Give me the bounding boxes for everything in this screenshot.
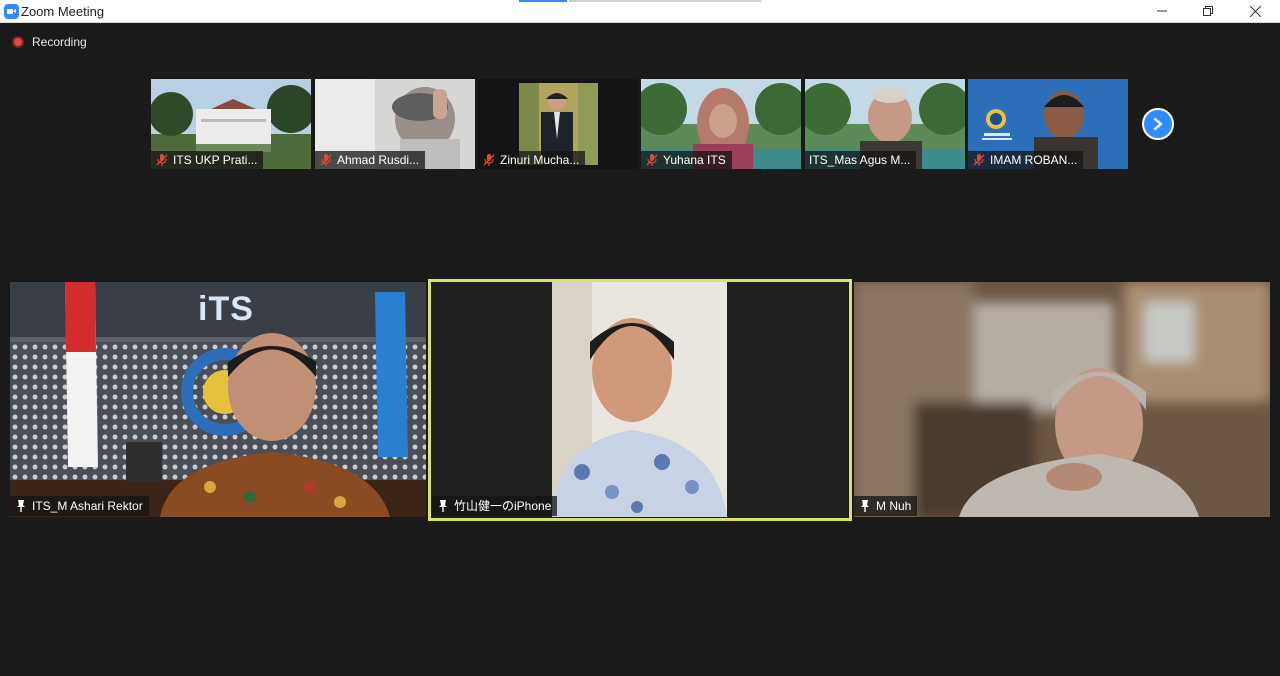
mic-muted-icon xyxy=(482,153,496,167)
participant-name: ITS UKP Prati... xyxy=(173,153,258,167)
recording-icon xyxy=(12,36,24,48)
participant-name: ITS_Mas Agus M... xyxy=(809,153,911,167)
participant-name-tag: IMAM ROBAN... xyxy=(968,151,1084,169)
recording-label: Recording xyxy=(32,35,87,49)
participant-video xyxy=(432,282,848,517)
close-icon xyxy=(1249,5,1261,17)
participant-name: ITS_M Ashari Rektor xyxy=(32,499,143,513)
pin-icon xyxy=(436,499,450,513)
top-drag-tab[interactable] xyxy=(569,0,761,2)
video-tile[interactable]: iTS ITS_M Ashari Rektor xyxy=(10,282,426,517)
recording-indicator[interactable]: Recording xyxy=(12,35,87,49)
video-tile[interactable]: M Nuh xyxy=(854,282,1270,517)
window-title: Zoom Meeting xyxy=(21,4,105,19)
top-drag-tab-active[interactable] xyxy=(519,0,567,2)
zoom-app-icon xyxy=(4,4,19,19)
participant-thumbnail[interactable]: Zinuri Mucha... xyxy=(478,79,638,169)
participant-thumbnail[interactable]: ITS UKP Prati... xyxy=(151,79,311,169)
participant-thumbnail[interactable]: Yuhana ITS xyxy=(641,79,801,169)
video-tile-active-speaker[interactable]: 竹山健一のiPhone xyxy=(432,282,848,517)
participant-name-tag: Ahmad Rusdi... xyxy=(315,151,426,169)
participant-name: IMAM ROBAN... xyxy=(990,153,1078,167)
mic-muted-icon xyxy=(645,153,659,167)
participant-thumbnail[interactable]: ITS_Mas Agus M... xyxy=(805,79,965,169)
participant-name: Zinuri Mucha... xyxy=(500,153,580,167)
participant-name-tag: ITS_M Ashari Rektor xyxy=(10,496,149,516)
participant-name: M Nuh xyxy=(876,499,912,513)
window-title-bar: Zoom Meeting xyxy=(0,0,1280,23)
pin-icon xyxy=(858,499,872,513)
participant-thumbnail[interactable]: IMAM ROBAN... xyxy=(968,79,1128,169)
participant-video xyxy=(854,282,1270,517)
restore-icon xyxy=(1203,6,1213,16)
participant-name-tag: Yuhana ITS xyxy=(641,151,732,169)
mic-muted-icon xyxy=(972,153,986,167)
participant-name: Yuhana ITS xyxy=(663,153,726,167)
participant-name-tag: ITS_Mas Agus M... xyxy=(805,151,917,169)
minimize-icon xyxy=(1157,10,1167,12)
participant-thumbnail[interactable]: Ahmad Rusdi... xyxy=(315,79,475,169)
minimize-button[interactable] xyxy=(1139,0,1185,22)
its-logo-text: iTS xyxy=(198,290,254,328)
participant-name-tag: Zinuri Mucha... xyxy=(478,151,586,169)
next-page-button[interactable] xyxy=(1142,108,1174,140)
restore-button[interactable] xyxy=(1185,0,1231,22)
participant-name: Ahmad Rusdi... xyxy=(337,153,420,167)
mic-muted-icon xyxy=(319,153,333,167)
close-button[interactable] xyxy=(1232,0,1278,22)
participant-name-tag: ITS UKP Prati... xyxy=(151,151,264,169)
mic-muted-icon xyxy=(155,153,169,167)
participant-name-tag: M Nuh xyxy=(854,496,918,516)
chevron-right-icon xyxy=(1153,117,1163,131)
participant-name: 竹山健一のiPhone xyxy=(454,499,552,513)
participant-name-tag: 竹山健一のiPhone xyxy=(432,496,558,516)
pin-icon xyxy=(14,499,28,513)
